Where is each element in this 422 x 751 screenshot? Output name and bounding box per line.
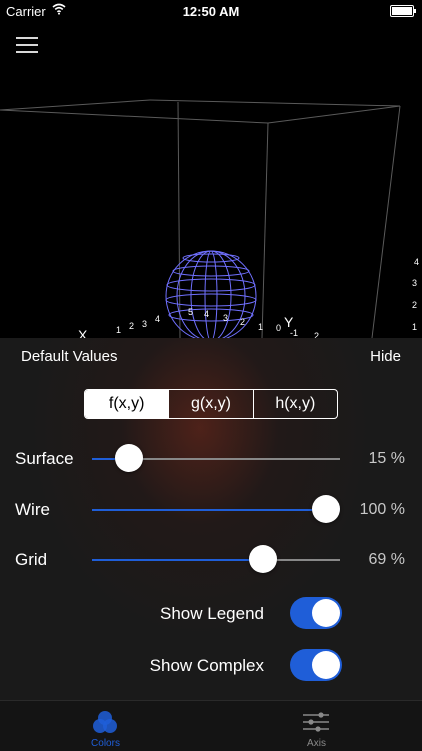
segment-f[interactable]: f(x,y) bbox=[85, 390, 169, 418]
segment-h[interactable]: h(x,y) bbox=[252, 390, 337, 418]
tick-r-2: 2 bbox=[412, 300, 417, 310]
grid-percent: 69 % bbox=[368, 551, 405, 568]
plot-canvas[interactable]: 1 2 3 4 5 4 3 2 1 0 -1 2 4 3 2 1 X Y bbox=[0, 80, 422, 338]
wire-slider-thumb[interactable] bbox=[312, 495, 340, 523]
wire-percent: 100 % bbox=[359, 501, 405, 518]
tick-x-1: 1 bbox=[116, 325, 121, 335]
show-complex-toggle[interactable] bbox=[290, 649, 342, 681]
toggle-knob bbox=[312, 651, 340, 679]
tick-x-4: 4 bbox=[155, 314, 160, 324]
function-segmented-control[interactable]: f(x,y) g(x,y) h(x,y) bbox=[84, 389, 338, 419]
grid-slider-thumb[interactable] bbox=[249, 545, 278, 573]
tick-y-0: 0 bbox=[276, 323, 281, 333]
grid-slider[interactable] bbox=[92, 559, 340, 561]
show-complex-label: Show Complex bbox=[149, 656, 264, 675]
tab-axis-label: Axis bbox=[307, 738, 326, 749]
tick-y-2: 2 bbox=[314, 331, 319, 338]
tick-x-2: 2 bbox=[129, 321, 134, 331]
wire-slider[interactable] bbox=[92, 509, 340, 511]
tick-s-5: 5 bbox=[188, 307, 193, 317]
show-legend-toggle[interactable] bbox=[290, 597, 342, 629]
settings-panel: Default Values Hide f(x,y) g(x,y) h(x,y)… bbox=[0, 338, 422, 700]
segment-g[interactable]: g(x,y) bbox=[168, 390, 252, 418]
axis-sliders-icon bbox=[303, 712, 329, 732]
tick-r-1: 1 bbox=[412, 322, 417, 332]
axis-x-label: X bbox=[78, 327, 88, 338]
grid-label: Grid bbox=[15, 550, 48, 569]
battery-icon bbox=[390, 5, 416, 17]
tick-s-2: 2 bbox=[240, 317, 245, 327]
tick-r-4: 4 bbox=[414, 257, 419, 267]
toggle-knob bbox=[312, 599, 340, 627]
plot-3d-view[interactable]: 1 2 3 4 5 4 3 2 1 0 -1 2 4 3 2 1 X Y bbox=[0, 80, 422, 338]
surface-percent: 15 % bbox=[368, 450, 405, 467]
tick-s-4: 4 bbox=[204, 309, 209, 319]
tab-colors-label: Colors bbox=[91, 738, 120, 749]
show-legend-label: Show Legend bbox=[160, 604, 264, 623]
surface-label: Surface bbox=[15, 449, 74, 468]
tick-r-3: 3 bbox=[412, 278, 417, 288]
surface-slider-thumb[interactable] bbox=[115, 444, 144, 472]
tab-colors[interactable]: Colors bbox=[0, 701, 211, 751]
panel-title: Default Values bbox=[21, 348, 118, 365]
tick-x-3: 3 bbox=[142, 319, 147, 329]
colors-icon bbox=[93, 711, 117, 733]
status-time: 12:50 AM bbox=[182, 4, 240, 19]
wire-slider-fill bbox=[92, 509, 340, 511]
hide-button[interactable]: Hide bbox=[370, 348, 401, 365]
tab-bar: Colors Axis bbox=[0, 700, 422, 751]
tab-axis[interactable]: Axis bbox=[211, 701, 422, 751]
status-bar: Carrier 12:50 AM bbox=[0, 0, 422, 22]
tick-s-1: 1 bbox=[258, 322, 263, 332]
grid-slider-fill bbox=[92, 559, 264, 561]
wire-label: Wire bbox=[15, 500, 50, 519]
axis-y-label: Y bbox=[284, 314, 294, 330]
tick-s-3: 3 bbox=[223, 313, 228, 323]
menu-icon[interactable] bbox=[16, 37, 40, 55]
